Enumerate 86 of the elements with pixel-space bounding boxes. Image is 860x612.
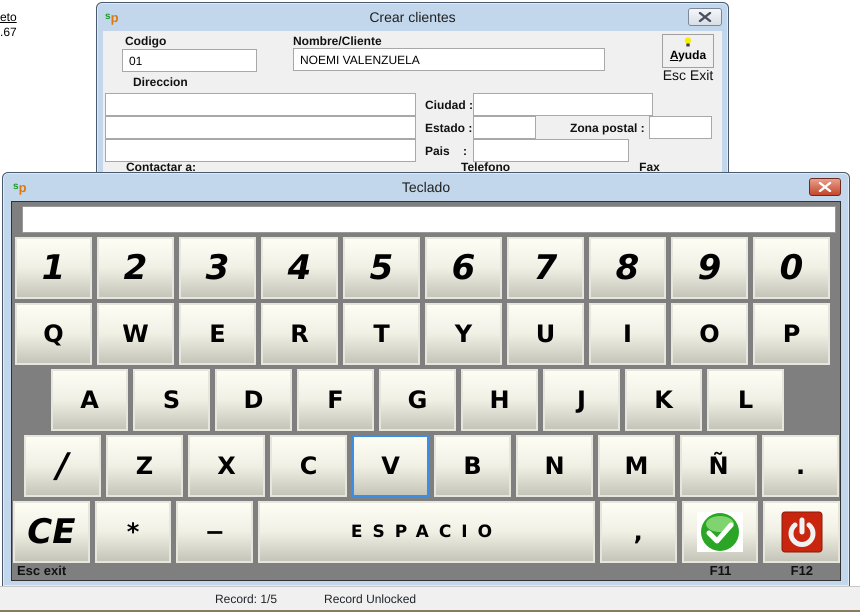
key-caption: F11: [710, 563, 732, 578]
power-key[interactable]: [763, 501, 840, 563]
key[interactable]: U: [507, 303, 584, 365]
address-field[interactable]: [105, 116, 416, 139]
key[interactable]: L: [707, 369, 784, 431]
key[interactable]: V: [352, 435, 429, 497]
exit-hint: Esc Exit: [662, 68, 714, 83]
key[interactable]: A: [51, 369, 128, 431]
key[interactable]: Ñ: [680, 435, 757, 497]
key[interactable]: 3: [179, 237, 256, 299]
key[interactable]: /: [24, 435, 101, 497]
name-field[interactable]: NOEMI VALENZUELA: [293, 48, 605, 71]
ok-key[interactable]: [682, 501, 758, 563]
key[interactable]: E: [179, 303, 256, 365]
key[interactable]: 2: [97, 237, 174, 299]
key[interactable]: R: [261, 303, 338, 365]
key[interactable]: .: [762, 435, 839, 497]
key[interactable]: ,: [600, 501, 677, 563]
status-text: Record Unlocked: [324, 590, 416, 608]
link[interactable]: eto: [0, 10, 17, 24]
close-icon: [818, 182, 832, 192]
key[interactable]: T: [343, 303, 420, 365]
field-label: Nombre/Cliente: [293, 34, 383, 48]
app-logo: $^{s}$p: [105, 10, 119, 24]
app-logo: $^{s}$p: [13, 180, 27, 194]
close-button[interactable]: [688, 8, 722, 26]
code-field[interactable]: 01: [122, 49, 257, 72]
key[interactable]: 7: [507, 237, 584, 299]
key[interactable]: W: [97, 303, 174, 365]
key-caption: Esc exit: [17, 563, 66, 578]
key[interactable]: 8: [589, 237, 666, 299]
power-icon: [780, 511, 823, 553]
key[interactable]: F: [297, 369, 374, 431]
field-label: Zona postal :: [570, 120, 645, 134]
close-icon: [698, 12, 712, 22]
help-button[interactable]: Ayuda: [662, 34, 714, 68]
key[interactable]: M: [598, 435, 675, 497]
key[interactable]: D: [215, 369, 292, 431]
window-title: Crear clientes: [369, 8, 456, 26]
key[interactable]: −: [176, 501, 254, 563]
key[interactable]: ESPACIO: [258, 501, 595, 563]
text: .67: [0, 25, 17, 39]
checkmark-icon: [696, 512, 743, 552]
key[interactable]: N: [516, 435, 593, 497]
key[interactable]: C: [270, 435, 347, 497]
key[interactable]: O: [671, 303, 748, 365]
key[interactable]: S: [133, 369, 210, 431]
status-text: Record: 1/5: [215, 590, 278, 608]
address-field[interactable]: [105, 139, 416, 162]
key[interactable]: 5: [343, 237, 420, 299]
key[interactable]: X: [188, 435, 265, 497]
city-field[interactable]: [473, 93, 653, 116]
key[interactable]: 1: [15, 237, 92, 299]
key[interactable]: 0: [753, 237, 830, 299]
field-label: Telefono: [461, 160, 510, 174]
key[interactable]: 9: [671, 237, 748, 299]
key[interactable]: Q: [15, 303, 92, 365]
key[interactable]: B: [434, 435, 511, 497]
postal-code-field[interactable]: [648, 116, 712, 139]
field-label: Direccion: [133, 75, 188, 89]
key[interactable]: CE: [13, 501, 90, 563]
key[interactable]: 4: [261, 237, 338, 299]
close-button[interactable]: [809, 178, 841, 196]
key[interactable]: Y: [425, 303, 502, 365]
address-field[interactable]: [105, 93, 416, 116]
key-caption: F12: [790, 563, 814, 578]
key[interactable]: 6: [425, 237, 502, 299]
key[interactable]: I: [589, 303, 666, 365]
lightbulb-icon: [683, 37, 693, 47]
field-label: Ciudad :: [425, 98, 473, 112]
state-field[interactable]: [473, 116, 536, 139]
key[interactable]: G: [379, 369, 456, 431]
country-field[interactable]: [473, 139, 629, 162]
field-label: Pais :: [425, 144, 468, 158]
field-label: Contactar a:: [126, 160, 196, 174]
key[interactable]: H: [461, 369, 538, 431]
key[interactable]: Z: [106, 435, 183, 497]
key[interactable]: J: [543, 369, 620, 431]
key[interactable]: *: [94, 501, 172, 563]
field-label: Fax: [639, 160, 660, 174]
field-label: Estado :: [425, 120, 473, 134]
key[interactable]: P: [753, 303, 830, 365]
window-title: Teclado: [402, 178, 450, 196]
key[interactable]: K: [625, 369, 702, 431]
field-label: Codigo: [125, 34, 168, 48]
text-field[interactable]: [22, 206, 836, 233]
